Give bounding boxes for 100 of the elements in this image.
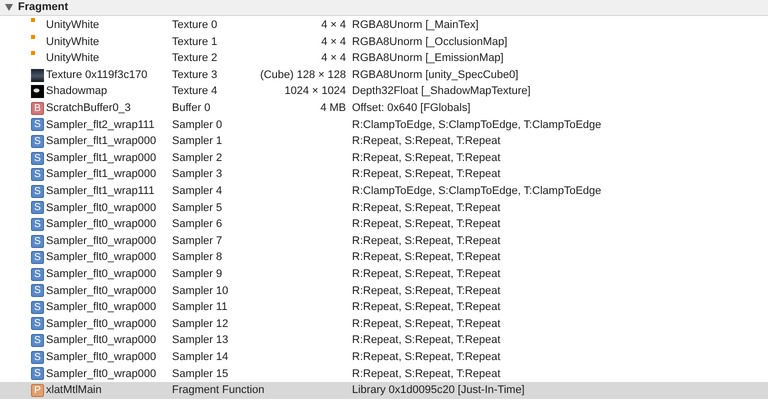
letter-badge-icon: S bbox=[31, 201, 44, 214]
size-label: (Cube) 128 × 128 bbox=[260, 68, 346, 83]
table-row[interactable]: S Sampler_flt0_wrap000 Sampler 15 R:Repeat, S:Repeat, T:Repeat bbox=[0, 365, 768, 382]
resource-name: Texture 0x119f3c170 bbox=[46, 68, 148, 83]
size-label: 4 × 4 bbox=[321, 51, 346, 66]
binding-label: Sampler 10 bbox=[172, 284, 230, 299]
letter-badge-icon: S bbox=[31, 184, 44, 198]
details-label: RGBA8Unorm [unity_SpecCube0] bbox=[352, 68, 518, 83]
details-label: R:Repeat, S:Repeat, T:Repeat bbox=[352, 266, 500, 282]
details-label: RGBA8Unorm [_EmissionMap] bbox=[352, 51, 504, 66]
table-row[interactable]: B ScratchBuffer0_3 Buffer 0 4 MB Offset: 0x640 [FGlobals] bbox=[0, 100, 768, 117]
size-label: 4 MB bbox=[320, 101, 346, 116]
table-row[interactable]: S Sampler_flt0_wrap000 Sampler 7 R:Repeat, S:Repeat, T:Repeat bbox=[0, 232, 768, 250]
resource-name: Sampler_flt0_wrap000 bbox=[46, 250, 158, 266]
letter-badge-icon: S bbox=[31, 251, 44, 264]
details-label: R:Repeat, S:Repeat, T:Repeat bbox=[352, 316, 500, 332]
table-row[interactable]: S Sampler_flt1_wrap000 Sampler 1 R:Repeat, S:Repeat, T:Repeat bbox=[0, 133, 768, 150]
binding-label: Fragment Function bbox=[172, 383, 266, 398]
shadow-thumbnail-icon bbox=[31, 85, 44, 98]
details-label: R:Repeat, S:Repeat, T:Repeat bbox=[352, 366, 500, 382]
table-row[interactable]: S Sampler_flt1_wrap111 Sampler 4 R:ClampToEdge, S:ClampToEdge, T:ClampToEdge bbox=[0, 182, 768, 200]
table-row[interactable]: S Sampler_flt0_wrap000 Sampler 14 R:Repeat, S:Repeat, T:Repeat bbox=[0, 348, 768, 366]
resource-name: Sampler_flt0_wrap000 bbox=[46, 200, 158, 216]
letter-badge-icon: S bbox=[31, 168, 44, 182]
binding-label: Texture 1 bbox=[172, 34, 218, 50]
letter-badge-icon: S bbox=[31, 367, 44, 380]
table-row[interactable]: Texture 0x119f3c170 Texture 3 (Cube) 128 × 128 RGBA8Unorm [unity_SpecCube0] bbox=[0, 66, 768, 84]
table-row[interactable]: UnityWhite Texture 0 4 × 4 RGBA8Unorm [_MainTex] bbox=[0, 17, 768, 34]
letter-badge-icon: S bbox=[31, 234, 44, 248]
details-label: R:Repeat, S:Repeat, T:Repeat bbox=[352, 234, 500, 249]
resource-name: Sampler_flt1_wrap000 bbox=[46, 134, 158, 150]
details-label: R:Repeat, S:Repeat, T:Repeat bbox=[352, 200, 500, 216]
resource-name: Sampler_flt0_wrap000 bbox=[46, 316, 158, 332]
table-row[interactable]: S Sampler_flt0_wrap000 Sampler 10 R:Repeat, S:Repeat, T:Repeat bbox=[0, 282, 768, 300]
details-label: Library 0x1d0095c20 [Just-In-Time] bbox=[352, 383, 525, 398]
details-label: R:Repeat, S:Repeat, T:Repeat bbox=[352, 300, 500, 316]
letter-badge-icon: S bbox=[31, 118, 44, 132]
details-label: Offset: 0x640 [FGlobals] bbox=[352, 101, 470, 116]
binding-label: Sampler 11 bbox=[172, 300, 228, 316]
table-row[interactable]: S Sampler_flt2_wrap111 Sampler 0 R:ClampToEdge, S:ClampToEdge, T:ClampToEdge bbox=[0, 116, 768, 134]
size-label: 4 × 4 bbox=[321, 18, 346, 34]
binding-label: Sampler 0 bbox=[172, 118, 224, 133]
table-row[interactable]: S Sampler_flt0_wrap000 Sampler 12 R:Repeat, S:Repeat, T:Repeat bbox=[0, 316, 768, 332]
size-label: 1024 × 1024 bbox=[284, 84, 346, 100]
table-row[interactable]: S Sampler_flt0_wrap000 Sampler 8 R:Repeat, S:Repeat, T:Repeat bbox=[0, 249, 768, 266]
letter-badge-icon: S bbox=[31, 317, 44, 330]
binding-label: Sampler 8 bbox=[172, 250, 224, 266]
resource-name: Sampler_flt0_wrap000 bbox=[46, 366, 158, 382]
details-label: R:Repeat, S:Repeat, T:Repeat bbox=[352, 217, 500, 232]
binding-label: Sampler 6 bbox=[172, 217, 224, 232]
details-label: R:Repeat, S:Repeat, T:Repeat bbox=[352, 284, 500, 299]
letter-badge-icon: S bbox=[31, 334, 44, 348]
resource-name: Sampler_flt0_wrap000 bbox=[46, 333, 158, 348]
binding-label: Sampler 3 bbox=[172, 167, 224, 182]
resource-name: xlatMtlMain bbox=[46, 383, 103, 398]
binding-label: Sampler 12 bbox=[172, 316, 230, 332]
resource-name: UnityWhite bbox=[46, 34, 100, 50]
details-label: Depth32Float [_ShadowMapTexture] bbox=[352, 84, 531, 100]
table-row[interactable]: S Sampler_flt1_wrap000 Sampler 2 R:Repeat, S:Repeat, T:Repeat bbox=[0, 150, 768, 166]
binding-label: Sampler 15 bbox=[172, 366, 230, 382]
table-row[interactable]: S Sampler_flt0_wrap000 Sampler 6 R:Repeat, S:Repeat, T:Repeat bbox=[0, 216, 768, 233]
resource-name: Sampler_flt0_wrap000 bbox=[46, 300, 158, 316]
table-row[interactable]: UnityWhite Texture 2 4 × 4 RGBA8Unorm [_EmissionMap] bbox=[0, 50, 768, 67]
size-label: 4 × 4 bbox=[321, 34, 346, 50]
table-row[interactable]: UnityWhite Texture 1 4 × 4 RGBA8Unorm [_OcclusionMap] bbox=[0, 34, 768, 50]
table-row[interactable]: P xlatMtlMain Fragment Function Library 0x1d0095c20 [Just-In-Time] bbox=[0, 382, 768, 399]
details-label: R:Repeat, S:Repeat, T:Repeat bbox=[352, 333, 500, 348]
table-row[interactable]: S Sampler_flt0_wrap000 Sampler 13 R:Repeat, S:Repeat, T:Repeat bbox=[0, 332, 768, 349]
resource-name: Sampler_flt2_wrap111 bbox=[46, 118, 156, 133]
binding-label: Texture 0 bbox=[172, 18, 218, 34]
section-header[interactable]: Fragment bbox=[0, 0, 768, 16]
details-label: R:Repeat, S:Repeat, T:Repeat bbox=[352, 250, 500, 266]
resource-name: Sampler_flt1_wrap000 bbox=[46, 167, 158, 182]
letter-badge-icon: S bbox=[31, 268, 44, 281]
details-label: RGBA8Unorm [_MainTex] bbox=[352, 18, 479, 34]
binding-label: Sampler 14 bbox=[172, 350, 230, 365]
resource-name: ScratchBuffer0_3 bbox=[46, 101, 132, 116]
resource-name: Sampler_flt0_wrap000 bbox=[46, 234, 158, 249]
details-label: R:Repeat, S:Repeat, T:Repeat bbox=[352, 167, 500, 182]
letter-badge-icon: S bbox=[31, 284, 44, 298]
table-row[interactable]: S Sampler_flt0_wrap000 Sampler 5 R:Repeat, S:Repeat, T:Repeat bbox=[0, 200, 768, 216]
binding-label: Sampler 9 bbox=[172, 266, 224, 282]
binding-label: Sampler 7 bbox=[172, 234, 224, 249]
details-label: R:Repeat, S:Repeat, T:Repeat bbox=[352, 350, 500, 365]
table-row[interactable]: S Sampler_flt0_wrap000 Sampler 11 R:Repeat, S:Repeat, T:Repeat bbox=[0, 299, 768, 316]
resource-name: Sampler_flt0_wrap000 bbox=[46, 217, 158, 232]
table-row[interactable]: S Sampler_flt1_wrap000 Sampler 3 R:Repeat, S:Repeat, T:Repeat bbox=[0, 166, 768, 183]
letter-badge-icon: P bbox=[31, 384, 44, 397]
letter-badge-icon: S bbox=[31, 134, 44, 148]
resource-name: Sampler_flt1_wrap000 bbox=[46, 150, 158, 166]
details-label: R:ClampToEdge, S:ClampToEdge, T:ClampToEdge bbox=[352, 118, 602, 133]
details-label: R:Repeat, S:Repeat, T:Repeat bbox=[352, 134, 500, 150]
letter-badge-icon: S bbox=[31, 350, 44, 364]
details-label: R:ClampToEdge, S:ClampToEdge, T:ClampToEdge bbox=[352, 184, 602, 199]
table-row[interactable]: S Sampler_flt0_wrap000 Sampler 9 R:Repeat, S:Repeat, T:Repeat bbox=[0, 266, 768, 282]
gradient-thumbnail-icon bbox=[31, 68, 44, 82]
binding-label: Texture 4 bbox=[172, 84, 218, 100]
binding-label: Sampler 13 bbox=[172, 333, 230, 348]
resource-name: Sampler_flt0_wrap000 bbox=[46, 284, 158, 299]
table-row[interactable]: Shadowmap Texture 4 1024 × 1024 Depth32Float [_ShadowMapTexture] bbox=[0, 83, 768, 100]
